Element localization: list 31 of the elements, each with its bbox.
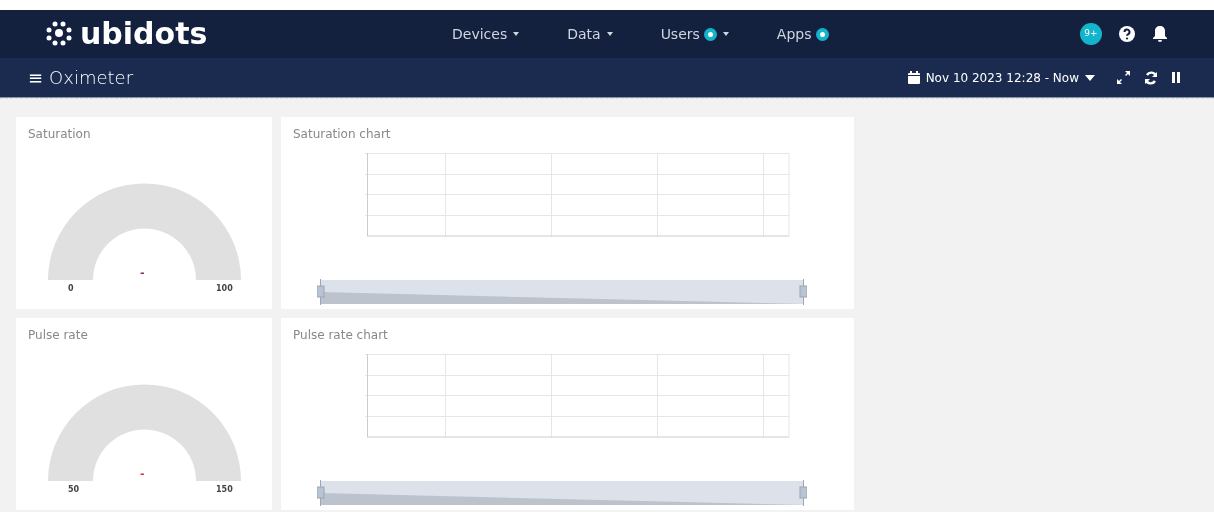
logo-icon: [46, 21, 74, 47]
caret-icon: [722, 32, 729, 36]
star-badge-icon: [703, 27, 717, 41]
brand-name: ubidots: [80, 19, 208, 49]
widget-title: Saturation: [28, 126, 91, 143]
nav-menu-item[interactable]: Users: [660, 23, 729, 45]
widget-title: Pulse rate: [28, 327, 88, 344]
bell-icon[interactable]: [1152, 25, 1168, 43]
star-badge-icon: [815, 27, 829, 41]
dashboard-title: Oximeter: [49, 66, 134, 90]
caret-icon: [606, 32, 613, 36]
caret-icon: [1085, 74, 1095, 81]
caret-icon: [513, 32, 520, 36]
widget-title: Saturation chart: [293, 126, 391, 143]
gauge-value: -: [140, 267, 145, 278]
nav-menu-item[interactable]: Devices: [452, 23, 520, 45]
gauge-min: 0: [68, 283, 74, 295]
nav-menu-item[interactable]: Data: [567, 23, 613, 45]
pause-icon[interactable]: [1172, 72, 1180, 83]
gauge-max: 150: [216, 484, 233, 496]
menu-icon[interactable]: ≡: [28, 64, 44, 91]
calendar-icon: [907, 71, 920, 84]
date-range-picker[interactable]: Nov 10 2023 12:28 - Now: [907, 68, 1095, 87]
gauge-min: 50: [68, 484, 80, 496]
expand-icon[interactable]: [1117, 71, 1130, 84]
nav-menu-item[interactable]: Apps: [776, 23, 829, 45]
gauge-value: -: [140, 468, 145, 479]
widget-title: Pulse rate chart: [293, 327, 388, 344]
gauge-max: 100: [216, 283, 233, 295]
refresh-icon[interactable]: [1144, 70, 1158, 85]
help-icon[interactable]: [1118, 25, 1136, 43]
